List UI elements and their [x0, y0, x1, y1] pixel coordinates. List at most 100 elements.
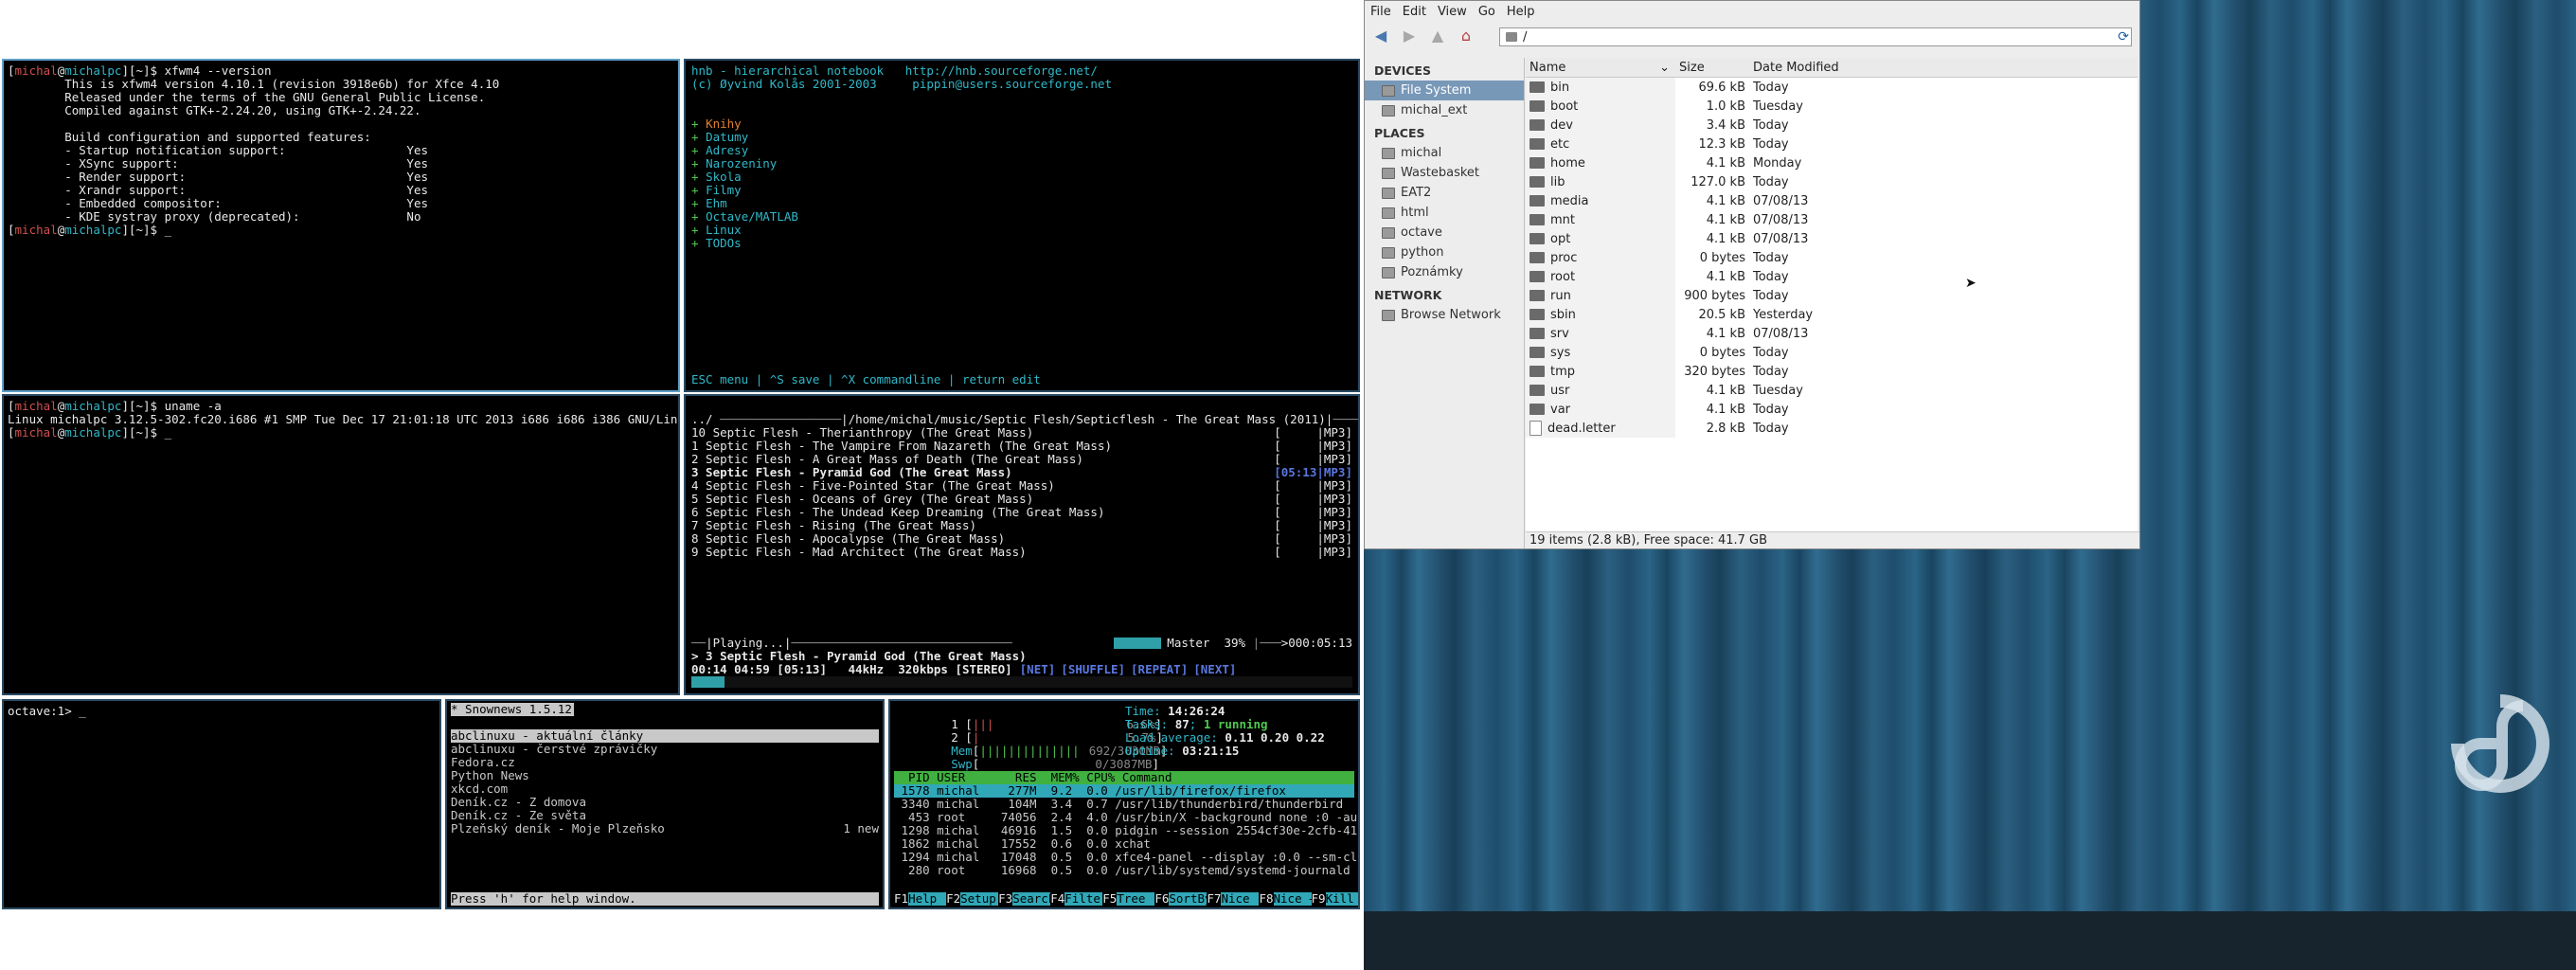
htop-process-row[interactable]: 1578 michal 277M 9.2 0.0 /usr/lib/firefo…	[894, 784, 1354, 798]
hnb-item[interactable]: + Linux	[691, 224, 1352, 237]
menu-item[interactable]: File	[1370, 5, 1391, 19]
cmus-track[interactable]: 7 Septic Flesh - Rising (The Great Mass)…	[691, 519, 1352, 532]
cmus-track[interactable]: 9 Septic Flesh - Mad Architect (The Grea…	[691, 546, 1352, 559]
menu-item[interactable]: View	[1438, 5, 1467, 19]
htop-fkey[interactable]: F6	[1154, 892, 1169, 906]
sidebar-item[interactable]: Browse Network	[1365, 305, 1524, 325]
htop-fkey-label[interactable]: Filter	[1064, 892, 1103, 906]
cmus-track[interactable]: 6 Septic Flesh - The Undead Keep Dreamin…	[691, 506, 1352, 519]
htop-process-row[interactable]: 453 root 74056 2.4 4.0 /usr/bin/X -backg…	[894, 811, 1358, 824]
hnb-item[interactable]: + Datumy	[691, 131, 1352, 144]
htop-fkey-label[interactable]: Help	[908, 892, 947, 906]
hnb-item[interactable]: + Filmy	[691, 184, 1352, 197]
htop-fkey-label[interactable]: Setup	[960, 892, 999, 906]
forward-arrow-icon[interactable]: ▶	[1399, 25, 1420, 45]
file-row[interactable]: bin 69.6 kB Today	[1526, 78, 2138, 97]
file-row[interactable]: proc 0 bytes Today	[1526, 248, 2138, 267]
sidebar-item[interactable]: python	[1365, 242, 1524, 262]
snownews-feed[interactable]: Plzeňský deník - Moje Plzeňsko 1 new	[451, 822, 879, 835]
snownews-feed[interactable]: Python News	[451, 769, 879, 782]
htop-process-row[interactable]: 1298 michal 46916 1.5 0.0 pidgin --sessi…	[894, 824, 1358, 837]
terminal-snownews[interactable]: * Snownews 1.5.12 abclinuxu - aktuální č…	[445, 699, 885, 909]
octave-prompt[interactable]: octave:1> _	[8, 705, 436, 718]
sidebar-item[interactable]: michal_ext	[1365, 100, 1524, 120]
snownews-feed[interactable]: xkcd.com	[451, 782, 879, 796]
menu-item[interactable]: Help	[1507, 5, 1535, 19]
hnb-item[interactable]: + Octave/MATLAB	[691, 210, 1352, 224]
sidebar-item[interactable]: Wastebasket	[1365, 163, 1524, 183]
htop-process-row[interactable]: 1294 michal 17048 0.5 0.0 xfce4-panel --…	[894, 851, 1358, 864]
sidebar-item[interactable]: michal	[1365, 143, 1524, 163]
terminal-xfwm4[interactable]: [michal@michalpc][~]$ xfwm4 --version Th…	[2, 59, 680, 392]
sidebar-item[interactable]: octave	[1365, 223, 1524, 242]
hnb-item[interactable]: + Skola	[691, 171, 1352, 184]
snownews-feed[interactable]: Deník.cz - Ze světa	[451, 809, 879, 822]
htop-fkey[interactable]: F5	[1102, 892, 1117, 906]
htop-process-row[interactable]: 1862 michal 17552 0.6 0.0 xchat	[894, 837, 1354, 851]
htop-fkey-label[interactable]: Nice -	[1221, 892, 1260, 906]
home-icon[interactable]: ⌂	[1456, 25, 1476, 45]
terminal-htop[interactable]: 1 [||| 6.6%] 2 [| 5.7%] Mem[||||||||||||||…	[888, 699, 1360, 909]
sidebar-item[interactable]: File System	[1365, 81, 1524, 100]
hnb-item[interactable]: + Knihy	[691, 117, 1352, 131]
cmus-track[interactable]: 2 Septic Flesh - A Great Mass of Death (…	[691, 453, 1352, 466]
htop-fkey[interactable]: F7	[1207, 892, 1221, 906]
file-row[interactable]: dead.letter 2.8 kB Today	[1526, 419, 2138, 438]
file-row[interactable]: usr 4.1 kB Tuesday	[1526, 381, 2138, 400]
file-row[interactable]: home 4.1 kB Monday	[1526, 153, 2138, 172]
file-row[interactable]: boot 1.0 kB Tuesday	[1526, 97, 2138, 116]
cmus-track[interactable]: 4 Septic Flesh - Five-Pointed Star (The …	[691, 479, 1352, 493]
terminal-cmus[interactable]: ─────────────────|/home/michal/music/Sep…	[684, 394, 1360, 695]
htop-fkey[interactable]: F1	[894, 892, 908, 906]
htop-fkey-label[interactable]: Search	[1012, 892, 1051, 906]
file-row[interactable]: mnt 4.1 kB 07/08/13	[1526, 210, 2138, 229]
htop-fkey-label[interactable]: SortBy	[1169, 892, 1208, 906]
htop-fkey[interactable]: F2	[946, 892, 960, 906]
sidebar-item[interactable]: html	[1365, 203, 1524, 223]
htop-fkey-label[interactable]: Kill	[1325, 892, 1358, 906]
htop-fkey-label[interactable]: Nice +	[1273, 892, 1312, 906]
cmus-track[interactable]: 1 Septic Flesh - The Vampire From Nazare…	[691, 440, 1352, 453]
snownews-feed[interactable]: Deník.cz - Z domova	[451, 796, 879, 809]
file-row[interactable]: sbin 20.5 kB Yesterday	[1526, 305, 2138, 324]
htop-fkey[interactable]: F4	[1050, 892, 1064, 906]
file-row[interactable]: root 4.1 kB Today	[1526, 267, 2138, 286]
file-row[interactable]: sys 0 bytes Today	[1526, 343, 2138, 362]
cmus-track[interactable]: 10 Septic Flesh - Therianthropy (The Gre…	[691, 426, 1352, 440]
volume-bar[interactable]	[1114, 638, 1162, 649]
column-size[interactable]: Size	[1675, 61, 1749, 75]
location-bar[interactable]: / ⟳	[1499, 27, 2132, 46]
cmus-track[interactable]: 3 Septic Flesh - Pyramid God (The Great …	[691, 466, 1352, 479]
file-row[interactable]: var 4.1 kB Today	[1526, 400, 2138, 419]
htop-fkey[interactable]: F8	[1259, 892, 1273, 906]
htop-fkey[interactable]: F3	[998, 892, 1012, 906]
htop-fkey-label[interactable]: Tree	[1117, 892, 1155, 906]
htop-process-row[interactable]: 3340 michal 104M 3.4 0.7 /usr/lib/thunde…	[894, 798, 1354, 811]
reload-icon[interactable]: ⟳	[2118, 29, 2129, 45]
menu-item[interactable]: Edit	[1403, 5, 1426, 19]
file-row[interactable]: lib 127.0 kB Today	[1526, 172, 2138, 191]
cmus-track[interactable]: 8 Septic Flesh - Apocalypse (The Great M…	[691, 532, 1352, 546]
cmus-progress-bar[interactable]	[691, 676, 1352, 688]
file-row[interactable]: run 900 bytes Today	[1526, 286, 2138, 305]
file-row[interactable]: dev 3.4 kB Today	[1526, 116, 2138, 135]
htop-fkey[interactable]: F9	[1312, 892, 1326, 906]
htop-process-row[interactable]: 280 root 16968 0.5 0.0 /usr/lib/systemd/…	[894, 864, 1354, 877]
up-arrow-icon[interactable]: ▲	[1427, 25, 1448, 45]
snownews-feed[interactable]: Fedora.cz	[451, 756, 879, 769]
sidebar-item[interactable]: Poznámky	[1365, 262, 1524, 282]
cmus-track[interactable]: 5 Septic Flesh - Oceans of Grey (The Gre…	[691, 493, 1352, 506]
terminal-uname[interactable]: [michal@michalpc][~]$ uname -a Linux mich…	[2, 394, 680, 695]
back-arrow-icon[interactable]: ◀	[1370, 25, 1391, 45]
sidebar-item[interactable]: EAT2	[1365, 183, 1524, 203]
file-manager-window[interactable]: File Edit View Go Help ◀ ▶ ▲ ⌂ / ⟳ DEVICES F…	[1364, 0, 2140, 549]
terminal-octave[interactable]: octave:1> _	[2, 699, 441, 909]
hnb-item[interactable]: + Adresy	[691, 144, 1352, 157]
file-row[interactable]: tmp 320 bytes Today	[1526, 362, 2138, 381]
hnb-item[interactable]: + Narozeniny	[691, 157, 1352, 171]
file-row[interactable]: opt 4.1 kB 07/08/13	[1526, 229, 2138, 248]
snownews-feed[interactable]: abclinuxu - čerstvé zprávičky	[451, 743, 879, 756]
column-date[interactable]: Date Modified	[1749, 61, 1886, 75]
file-row[interactable]: etc 12.3 kB Today	[1526, 135, 2138, 153]
menu-item[interactable]: Go	[1478, 5, 1495, 19]
